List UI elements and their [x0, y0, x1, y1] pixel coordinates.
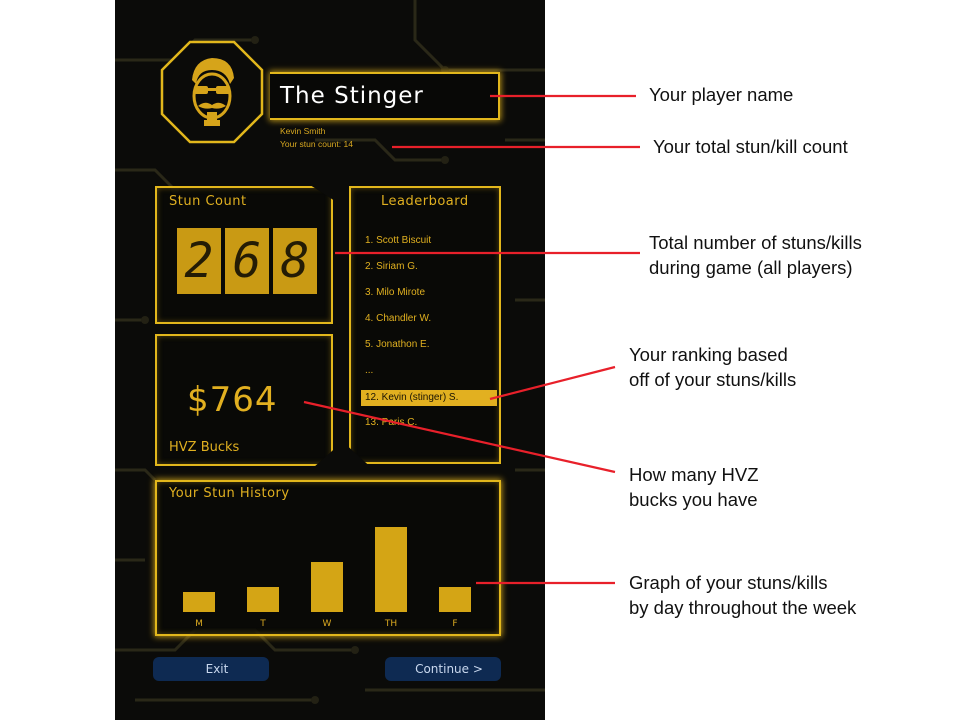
leaderboard-list: 1. Scott Biscuit 2. Siriam G. 3. Milo Mi…: [361, 234, 497, 442]
stun-digit: 2: [177, 228, 221, 294]
annotation-line-text: Your ranking based: [629, 344, 788, 365]
hvz-bucks-label: HVZ Bucks: [169, 440, 240, 455]
annotation-line-text: Total number of stuns/kills: [649, 232, 862, 253]
phone-screen: The Stinger Kevin Smith Your stun count:…: [115, 0, 545, 720]
stun-history-panel: Your Stun History M T W TH F: [155, 480, 501, 636]
stun-digit: 6: [225, 228, 269, 294]
annotation-bucks: How many HVZ bucks you have: [629, 462, 759, 512]
hvz-bucks-value: $764: [187, 380, 278, 420]
x-tick-label: F: [452, 619, 457, 629]
leaderboard-entry[interactable]: 13. Paris C.: [361, 416, 497, 442]
leaderboard-entry[interactable]: 4. Chandler W.: [361, 312, 497, 338]
x-tick-label: T: [259, 619, 266, 629]
annotation-line-text: by day throughout the week: [629, 597, 857, 618]
leaderboard-ellipsis: ...: [365, 365, 374, 376]
leaderboard-title: Leaderboard: [381, 194, 469, 209]
player-name: The Stinger: [280, 83, 424, 109]
x-tick-label: W: [323, 619, 332, 629]
stun-count-title: Stun Count: [169, 194, 247, 209]
bar-th: [375, 527, 407, 612]
annotation-line-text: bucks you have: [629, 489, 758, 510]
stun-count-panel: Stun Count 2 6 8: [155, 186, 333, 324]
bar-t: [247, 587, 279, 612]
annotation-total-game: Total number of stuns/kills during game …: [649, 230, 862, 280]
leaderboard-entry[interactable]: 3. Milo Mirote: [361, 286, 497, 312]
annotation-line-text: off of your stuns/kills: [629, 369, 797, 390]
x-tick-label: M: [195, 619, 203, 629]
bar-f: [439, 587, 471, 612]
bar-m: [183, 592, 215, 612]
stun-count-display: 2 6 8: [177, 228, 317, 294]
stun-history-chart: M T W TH F: [183, 527, 471, 629]
leaderboard-entry[interactable]: 5. Jonathon E.: [361, 338, 497, 364]
exit-button[interactable]: Exit: [153, 657, 269, 681]
personal-stun-count: Your stun count: 14: [280, 139, 353, 149]
leaderboard-entry[interactable]: 1. Scott Biscuit: [361, 234, 497, 260]
leaderboard-entry-current-player[interactable]: 12. Kevin (stinger) S.: [361, 390, 497, 406]
bar-w: [311, 562, 343, 612]
annotation-ranking: Your ranking based off of your stuns/kil…: [629, 342, 796, 392]
leaderboard-panel: Leaderboard 1. Scott Biscuit 2. Siriam G…: [349, 186, 501, 464]
annotation-line-text: How many HVZ: [629, 464, 759, 485]
annotation-player-name: Your player name: [649, 84, 794, 105]
annotation-line-text: Graph of your stuns/kills: [629, 572, 828, 593]
annotation-line-text: during game (all players): [649, 257, 853, 278]
annotation-stun-total: Your total stun/kill count: [653, 136, 848, 157]
avatar: [160, 40, 264, 144]
annotation-graph: Graph of your stuns/kills by day through…: [629, 570, 856, 620]
stun-digit: 8: [273, 228, 317, 294]
real-name: Kevin Smith: [280, 126, 326, 136]
player-name-box: The Stinger: [270, 72, 500, 120]
leaderboard-entry[interactable]: 2. Siriam G.: [361, 260, 497, 286]
continue-button[interactable]: Continue >: [385, 657, 501, 681]
x-tick-label: TH: [384, 619, 397, 629]
hvz-bucks-panel: $764 HVZ Bucks: [155, 334, 333, 466]
